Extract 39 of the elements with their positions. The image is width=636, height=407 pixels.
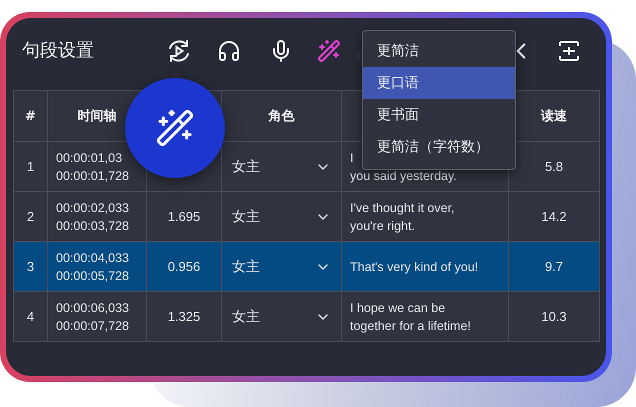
table-row[interactable]: 4 00:00:06,033 00:00:07,728 1.325 女主 I hope we can be together for a lifetime! 10.3 xyxy=(14,292,600,342)
reading-speed: 5.8 xyxy=(544,158,564,176)
timestamp: 00:00:06,033 xyxy=(55,300,130,316)
reading-speed: 9.7 xyxy=(544,258,564,276)
subtitle-text: I hope we can be xyxy=(349,300,446,316)
insert-row-icon xyxy=(557,39,581,63)
magic-wand-icon xyxy=(155,108,195,148)
subtitle-text: together for a lifetime! xyxy=(349,318,472,334)
menu-item[interactable]: 更口语 xyxy=(363,67,515,99)
timestamp: 00:00:05,728 xyxy=(55,268,130,284)
timestamp: 00:00:04,033 xyxy=(55,250,130,266)
menu-item[interactable]: 更简洁 xyxy=(363,35,515,67)
row-number: 2 xyxy=(26,208,36,226)
row-number: 1 xyxy=(26,158,36,176)
table-row[interactable]: 2 00:00:02,033 00:00:03,728 1.695 女主 I've thought it over, you're right. 14.2 xyxy=(14,192,600,242)
reading-speed: 14.2 xyxy=(540,208,568,226)
subtitle-text: you said yesterday. xyxy=(349,168,458,184)
reading-speed: 10.3 xyxy=(540,308,568,326)
duration: 1.695 xyxy=(166,208,202,226)
headphones-icon xyxy=(217,39,241,63)
timestamp: 00:00:02,033 xyxy=(55,200,130,216)
timestamp: 00:00:07,728 xyxy=(55,318,130,334)
subtitle-text: I xyxy=(349,150,354,166)
row-number: 4 xyxy=(26,308,36,326)
panel-title: 句段设置 xyxy=(22,39,95,62)
timestamp: 00:00:01,03 xyxy=(55,150,124,166)
row-number: 3 xyxy=(26,258,36,276)
replay-icon xyxy=(166,38,192,64)
table-row[interactable]: 3 00:00:04,033 00:00:05,728 0.956 女主 That's very kind of you! 9.7 xyxy=(14,242,600,292)
subtitle-text: I've thought it over, xyxy=(349,200,456,216)
column-header: # xyxy=(14,90,48,142)
duration: 0.956 xyxy=(166,258,202,276)
subtitle-text: That's very kind of you! xyxy=(349,258,480,276)
timestamp: 00:00:01,728 xyxy=(55,168,130,184)
timestamp: 00:00:03,728 xyxy=(55,218,130,234)
magic-wand-icon xyxy=(317,39,341,63)
subtitle-text: you're right. xyxy=(349,218,416,234)
duration: 1.325 xyxy=(166,308,202,326)
column-header: 角色 xyxy=(222,90,342,142)
